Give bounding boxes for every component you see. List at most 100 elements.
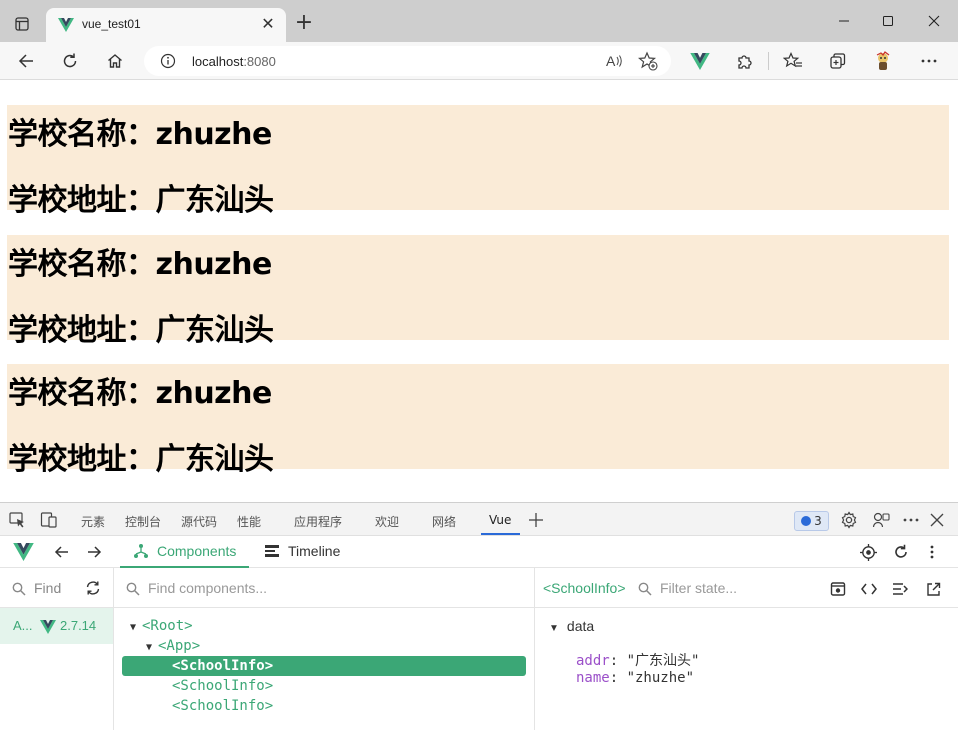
collections-icon[interactable] (826, 49, 850, 73)
read-aloud-icon[interactable]: A (604, 51, 624, 75)
tab-components[interactable]: Components (133, 543, 236, 559)
state-key: addr (576, 653, 610, 669)
device-emulation-icon[interactable] (40, 511, 58, 529)
component-search-placeholder: Find components... (148, 580, 268, 596)
vue-logo-icon (40, 619, 56, 638)
state-row[interactable]: name: "zhuzhe" (576, 670, 694, 686)
tab-title: vue_test01 (82, 17, 141, 31)
open-in-editor-icon[interactable] (924, 580, 942, 598)
url-text: localhost:8080 (192, 54, 276, 69)
components-tree-icon (134, 544, 148, 558)
apps-pane: Find A... 2.7.14 (0, 568, 114, 730)
tree-node-label: <SchoolInfo> (172, 698, 274, 714)
settings-more-icon[interactable] (917, 49, 941, 73)
timeline-icon (265, 545, 279, 557)
component-tree-pane: Find components... ▼ <Root> ▼ <App> <Schoo… (114, 568, 535, 730)
feedback-icon[interactable] (872, 511, 890, 529)
app-version: 2.7.14 (60, 618, 97, 633)
tab-network[interactable]: 网络 (432, 513, 456, 530)
tab-sources[interactable]: 源代码 (181, 513, 217, 530)
tab-actions-icon[interactable] (8, 10, 36, 38)
expand-caret-icon[interactable]: ▼ (146, 638, 158, 658)
close-tab-button[interactable]: ✕ (260, 16, 276, 32)
tree-node-label: <App> (158, 638, 201, 654)
inspect-dom-code-icon[interactable] (860, 580, 878, 598)
inspect-element-icon[interactable] (8, 511, 26, 529)
profile-avatar[interactable] (871, 49, 895, 73)
devtools-panel: 元素 控制台 源代码 性能 应用程序 欢迎 网络 Vue 3 Component… (0, 502, 958, 730)
address-bar[interactable]: localhost:8080 A (144, 46, 671, 76)
customize-more-icon[interactable] (902, 511, 920, 529)
tree-node-app[interactable]: ▼ <App> (146, 636, 200, 656)
new-tab-button[interactable]: + (293, 12, 315, 35)
maximize-button[interactable] (876, 10, 900, 32)
tab-performance[interactable]: 性能 (237, 513, 261, 530)
more-tabs-plus-icon[interactable] (527, 511, 545, 529)
school-card: 学校名称：zhuzhe 学校地址：广东汕头 (7, 235, 949, 348)
issues-badge[interactable]: 3 (794, 511, 829, 531)
close-devtools-icon[interactable] (928, 511, 946, 529)
tree-node-schoolinfo-selected[interactable]: <SchoolInfo> (122, 656, 526, 676)
tab-strip: vue_test01 ✕ + (0, 0, 958, 42)
sync-icon[interactable] (85, 580, 101, 600)
collapse-caret-icon[interactable]: ▼ (549, 623, 559, 634)
url-port: :8080 (243, 54, 276, 69)
favorites-icon[interactable] (781, 49, 805, 73)
app-list-item[interactable]: A... 2.7.14 (0, 608, 113, 644)
vue-devtools-extension-icon[interactable] (688, 49, 712, 73)
state-separator: : (609, 653, 627, 669)
tree-node-root[interactable]: ▼ <Root> (130, 616, 193, 636)
search-icon (12, 581, 26, 600)
extensions-puzzle-icon[interactable] (732, 49, 756, 73)
tab-elements[interactable]: 元素 (81, 513, 105, 530)
state-value: "广东汕头" (626, 653, 700, 669)
browser-tab[interactable]: vue_test01 ✕ (46, 8, 286, 42)
scroll-to-component-icon[interactable] (829, 580, 847, 598)
school-name-heading: 学校名称：zhuzhe (8, 376, 272, 411)
settings-gear-icon[interactable] (840, 511, 858, 529)
show-render-code-icon[interactable] (891, 580, 909, 598)
tab-welcome[interactable]: 欢迎 (375, 513, 399, 530)
refresh-icon[interactable] (893, 544, 909, 564)
apps-find-bar[interactable]: Find (0, 568, 114, 608)
tree-node-label: <SchoolInfo> (172, 678, 274, 694)
expand-caret-icon[interactable]: ▼ (130, 618, 142, 638)
back-arrow-icon[interactable] (14, 49, 38, 73)
tree-node-schoolinfo[interactable]: <SchoolInfo> (172, 696, 273, 716)
tab-components-label: Components (157, 543, 237, 559)
tree-node-label: <Root> (142, 618, 193, 634)
selected-component-name: <SchoolInfo> (543, 580, 626, 596)
tab-application[interactable]: 应用程序 (294, 513, 342, 530)
site-info-icon[interactable] (160, 53, 176, 73)
more-options-icon[interactable] (929, 544, 935, 564)
state-row[interactable]: addr: "广东汕头" (576, 650, 699, 670)
vue-logo-icon (13, 543, 34, 565)
state-section-label: data (566, 618, 595, 634)
back-arrow-icon[interactable] (54, 544, 70, 564)
filter-state-input[interactable]: Filter state... (660, 580, 737, 596)
forward-arrow-icon[interactable] (86, 544, 102, 564)
tab-console[interactable]: 控制台 (125, 513, 161, 530)
tab-vue[interactable]: Vue (489, 513, 511, 527)
tab-timeline[interactable]: Timeline (264, 543, 340, 559)
browser-toolbar: localhost:8080 A (0, 42, 958, 80)
url-host: localhost (192, 54, 244, 69)
home-icon[interactable] (103, 49, 127, 73)
close-window-button[interactable] (922, 10, 946, 32)
component-search[interactable]: Find components... (114, 568, 534, 608)
minimize-button[interactable] (832, 10, 856, 32)
state-section-header[interactable]: ▼ data (549, 618, 594, 634)
school-card: 学校名称：zhuzhe 学校地址：广东汕头 (7, 364, 949, 477)
tab-timeline-label: Timeline (288, 543, 341, 559)
issues-icon (801, 516, 812, 526)
tree-node-label: <SchoolInfo> (172, 658, 274, 674)
state-separator: : (609, 670, 627, 686)
svg-text:A: A (606, 53, 616, 69)
state-header: <SchoolInfo> Filter state... (535, 568, 958, 608)
refresh-icon[interactable] (58, 49, 82, 73)
toolbar-divider (768, 52, 769, 70)
add-favorite-icon[interactable] (637, 51, 658, 75)
select-component-target-icon[interactable] (860, 544, 877, 565)
school-address-heading: 学校地址：广东汕头 (8, 183, 274, 218)
tree-node-schoolinfo[interactable]: <SchoolInfo> (172, 676, 273, 696)
